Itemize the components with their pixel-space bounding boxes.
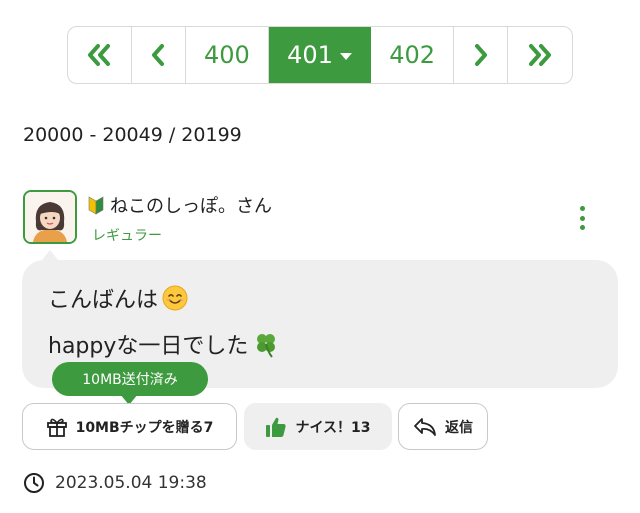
double-chevron-right-icon <box>529 44 552 66</box>
reply-button-label: 返信 <box>445 419 473 436</box>
kebab-menu-icon[interactable] <box>572 204 592 232</box>
post-timestamp: 2023.05.04 19:38 <box>23 472 207 494</box>
clock-icon <box>24 473 44 493</box>
nice-button-label: ナイス！13 <box>295 419 371 436</box>
page-400-button[interactable]: 400 <box>186 27 270 83</box>
tip-sent-tooltip: 10MB送付済み <box>52 362 208 396</box>
avatar[interactable] <box>23 190 77 244</box>
first-page-button[interactable] <box>68 27 132 83</box>
double-chevron-left-icon <box>88 44 111 66</box>
username-row: ねこのしっぽ。さん <box>88 192 272 218</box>
page-number: 402 <box>389 41 436 69</box>
last-page-button[interactable] <box>508 27 572 83</box>
pagination: 400 401 402 <box>67 26 573 84</box>
current-page-dropdown[interactable]: 401 <box>269 27 371 83</box>
prev-page-button[interactable] <box>132 27 186 83</box>
post-line-2: happyな一日でした <box>48 328 280 360</box>
timestamp-text: 2023.05.04 19:38 <box>55 473 207 493</box>
smile-emoji-icon <box>162 285 188 311</box>
chevron-left-icon <box>152 44 165 66</box>
user-level: レギュラー <box>92 228 162 244</box>
gift-icon <box>46 418 67 437</box>
beginner-mark-icon <box>88 196 104 215</box>
page-number: 400 <box>203 41 250 69</box>
user-avatar-icon <box>25 192 75 242</box>
page-number: 401 <box>287 41 333 69</box>
post-text: こんばんは <box>48 288 159 313</box>
caret-down-icon <box>339 52 352 60</box>
post-line-1: こんばんは <box>48 282 188 314</box>
send-tip-button[interactable]: 10MBチップを贈る7 <box>22 403 237 450</box>
username[interactable]: ねこのしっぽ。さん <box>110 192 272 218</box>
next-page-button[interactable] <box>454 27 509 83</box>
result-range: 20000 - 20049 / 20199 <box>23 124 242 146</box>
page-402-button[interactable]: 402 <box>371 27 455 83</box>
tip-button-label: 10MBチップを贈る7 <box>75 419 214 436</box>
thumbs-up-icon <box>266 417 287 437</box>
reply-button[interactable]: 返信 <box>398 403 488 450</box>
nice-button[interactable]: ナイス！13 <box>244 403 392 450</box>
clover-emoji-icon <box>257 334 276 358</box>
post-text: happyな一日でした <box>48 334 249 359</box>
bubble-pointer <box>42 250 58 260</box>
chevron-right-icon <box>474 44 487 66</box>
reply-icon <box>414 417 436 436</box>
